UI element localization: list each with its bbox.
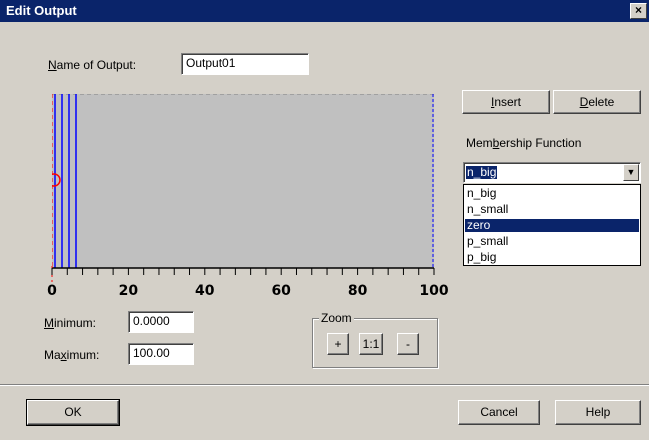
membership-function-combobox[interactable]: n_big ▼ bbox=[463, 162, 641, 183]
minimum-label: Minimum: bbox=[44, 316, 97, 330]
maximum-label: Maximum: bbox=[44, 348, 100, 362]
x-tick-label: 0 bbox=[47, 283, 57, 299]
close-button[interactable]: × bbox=[630, 3, 647, 19]
x-tick-label: 20 bbox=[118, 283, 139, 299]
maximum-input[interactable]: 100.00 bbox=[128, 343, 194, 365]
help-button[interactable]: Help bbox=[555, 400, 641, 425]
dropdown-option-n-big[interactable]: n_big bbox=[465, 187, 639, 200]
delete-button[interactable]: Delete bbox=[553, 90, 641, 114]
zoom-in-button[interactable]: + bbox=[327, 333, 349, 355]
maximum-value: 100.00 bbox=[133, 346, 170, 360]
x-axis bbox=[51, 266, 435, 282]
membership-function-dropdown-list: n_big n_small zero p_small p_big bbox=[463, 184, 641, 266]
dropdown-option-n-small[interactable]: n_small bbox=[465, 203, 639, 216]
membership-plot-svg bbox=[52, 94, 434, 268]
name-of-output-value: Output01 bbox=[186, 56, 236, 70]
minimum-input[interactable]: 0.0000 bbox=[128, 311, 194, 333]
zoom-group: Zoom + 1:1 - bbox=[312, 311, 438, 368]
edit-output-dialog: Edit Output × Name of Output: Output01 0… bbox=[0, 0, 649, 440]
membership-function-label: Membership Function bbox=[466, 136, 582, 150]
minimum-value: 0.0000 bbox=[133, 314, 170, 328]
x-tick-label: 40 bbox=[195, 283, 215, 299]
mf-point-marker bbox=[52, 173, 61, 187]
zoom-out-button[interactable]: - bbox=[397, 333, 419, 355]
insert-button[interactable]: Insert bbox=[462, 90, 550, 114]
ok-button[interactable]: OK bbox=[26, 399, 120, 426]
dropdown-arrow-icon[interactable]: ▼ bbox=[623, 164, 639, 181]
membership-function-selected: n_big bbox=[466, 165, 498, 179]
dropdown-option-zero[interactable]: zero bbox=[465, 219, 639, 232]
title-bar[interactable]: Edit Output × bbox=[0, 0, 649, 22]
x-tick-label: 80 bbox=[347, 283, 368, 299]
x-tick-label: 60 bbox=[271, 283, 291, 299]
name-of-output-input[interactable]: Output01 bbox=[181, 53, 309, 75]
zoom-reset-button[interactable]: 1:1 bbox=[359, 333, 383, 355]
membership-plot-area[interactable] bbox=[52, 94, 434, 268]
cancel-button[interactable]: Cancel bbox=[458, 400, 540, 425]
x-tick-label: 100 bbox=[419, 283, 449, 299]
zoom-label: Zoom bbox=[319, 311, 354, 325]
dropdown-option-p-big[interactable]: p_big bbox=[465, 251, 639, 264]
separator bbox=[0, 384, 649, 386]
window-title: Edit Output bbox=[6, 3, 77, 18]
name-of-output-label: Name of Output: bbox=[48, 58, 137, 72]
dropdown-option-p-small[interactable]: p_small bbox=[465, 235, 639, 248]
